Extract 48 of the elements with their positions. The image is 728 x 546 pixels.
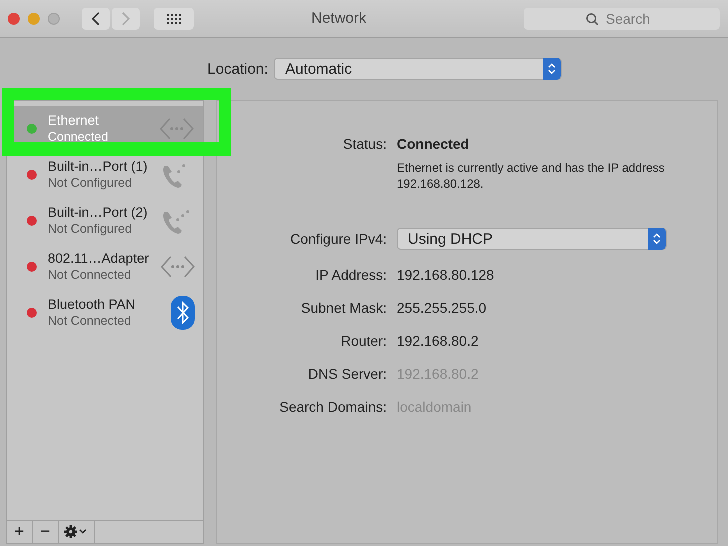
gear-icon [64,525,90,539]
ethernet-icon [159,116,195,142]
add-button[interactable]: + [7,521,33,543]
service-item[interactable]: Built-in…Port (1) Not Configured [7,152,203,198]
window-title: Network [310,10,368,27]
chevron-right-icon [121,12,131,26]
service-status: Not Configured [48,221,134,237]
remove-button[interactable]: − [33,521,59,543]
service-item[interactable]: Bluetooth PAN Not Connected [7,290,203,336]
bluetooth-icon [171,296,195,330]
field-value: 192.168.80.128 [397,266,496,282]
search-icon [586,12,599,26]
field-label: Status: [342,136,387,152]
back-button[interactable] [82,8,110,30]
ethernet-icon [160,254,196,280]
close-button[interactable] [8,12,20,24]
status-description: Ethernet is currently active and has the IP address 192.168.80.128. [397,160,666,192]
status-value: Connected [397,136,470,152]
service-status: Connected [48,129,110,145]
service-status: Not Connected [48,267,132,283]
service-item[interactable]: Built-in…Port (2) Not Configured [7,198,203,244]
service-name: Bluetooth PAN [48,297,137,313]
stepper-icon [648,228,666,250]
service-name: Built-in…Port (2) [48,205,148,221]
field-label: DNS Server: [307,366,387,382]
service-name: Built-in…Port (1) [48,159,148,175]
show-all-button[interactable] [154,8,194,30]
configure-popup[interactable]: Using DHCP [397,228,667,250]
field-label: Configure IPv4: [290,231,387,247]
field-label: Search Domains: [278,398,387,414]
field-value: 192.168.80.2 [397,332,480,348]
field-label: Subnet Mask: [300,300,387,316]
grid-icon [167,14,181,24]
location-label: Location: [208,60,268,78]
service-status: Not Configured [48,175,134,191]
chevron-left-icon [91,12,101,26]
service-item[interactable]: 802.11…Adapter Not Connected [7,244,203,290]
field-label: Router: [340,332,387,348]
search-field[interactable]: Search [524,8,720,30]
service-status: Not Connected [48,313,132,329]
location-popup[interactable]: Automatic [274,58,562,80]
field-label: IP Address: [314,266,387,282]
minimize-button[interactable] [28,12,40,24]
zoom-button[interactable] [48,12,60,24]
service-name: 802.11…Adapter [48,251,150,267]
service-name: Ethernet [48,113,100,129]
stepper-icon [543,58,562,80]
field-value: 255.255.255.0 [397,300,488,316]
